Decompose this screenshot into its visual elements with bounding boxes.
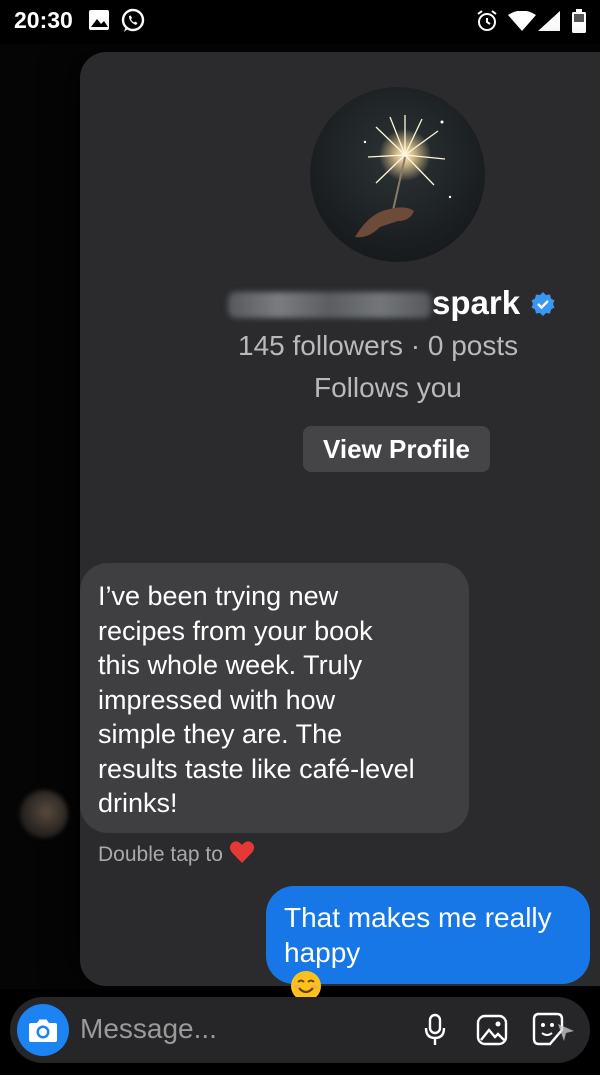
gallery-icon[interactable]: [476, 1014, 508, 1051]
profile-avatar[interactable]: [310, 87, 485, 262]
message-composer: Message...: [10, 997, 590, 1063]
message-line: I’ve been trying new: [98, 581, 339, 611]
double-tap-label: Double tap to: [98, 843, 223, 866]
message-line: recipes from your book: [98, 615, 373, 646]
message-line: That makes me really: [284, 902, 552, 933]
microphone-icon[interactable]: [423, 1013, 447, 1052]
username-visible-part: spark: [432, 284, 521, 321]
whatsapp-notification-icon: [120, 8, 146, 39]
incoming-message-bubble[interactable]: I’ve been trying new recipes from your b…: [80, 563, 469, 833]
sticker-icon[interactable]: [532, 1012, 576, 1053]
alarm-icon: [475, 9, 499, 38]
sender-avatar[interactable]: [20, 790, 68, 838]
heart-icon[interactable]: [229, 840, 255, 870]
message-line: drinks!: [98, 788, 178, 818]
redacted-username: [228, 292, 431, 318]
sparkler-image: [355, 115, 452, 238]
double-tap-hint: Double tap to: [98, 840, 255, 870]
profile-username[interactable]: spark: [228, 284, 568, 324]
view-profile-button[interactable]: View Profile: [303, 426, 490, 472]
gallery-notification-icon: [88, 9, 110, 36]
verified-badge-icon: [530, 291, 556, 317]
message-line: results taste like café-level: [98, 753, 415, 784]
profile-stats: 145 followers · 0 posts: [238, 330, 519, 361]
message-input[interactable]: Message...: [80, 1013, 217, 1045]
status-bar: 20:30: [0, 0, 600, 44]
follows-you-label: Follows you: [314, 372, 462, 403]
message-line: simple they are. The: [98, 719, 343, 749]
battery-icon: [572, 9, 586, 38]
message-line: this whole week. Truly: [98, 650, 363, 680]
camera-button[interactable]: [17, 1004, 69, 1056]
wifi-icon: [508, 10, 536, 36]
message-line: impressed with how: [98, 684, 336, 715]
status-time: 20:30: [14, 7, 73, 33]
signal-icon: [538, 11, 560, 36]
message-text: happy: [284, 937, 361, 968]
outgoing-message-bubble[interactable]: That makes me really happy: [266, 886, 590, 1001]
camera-icon: [29, 1019, 57, 1042]
